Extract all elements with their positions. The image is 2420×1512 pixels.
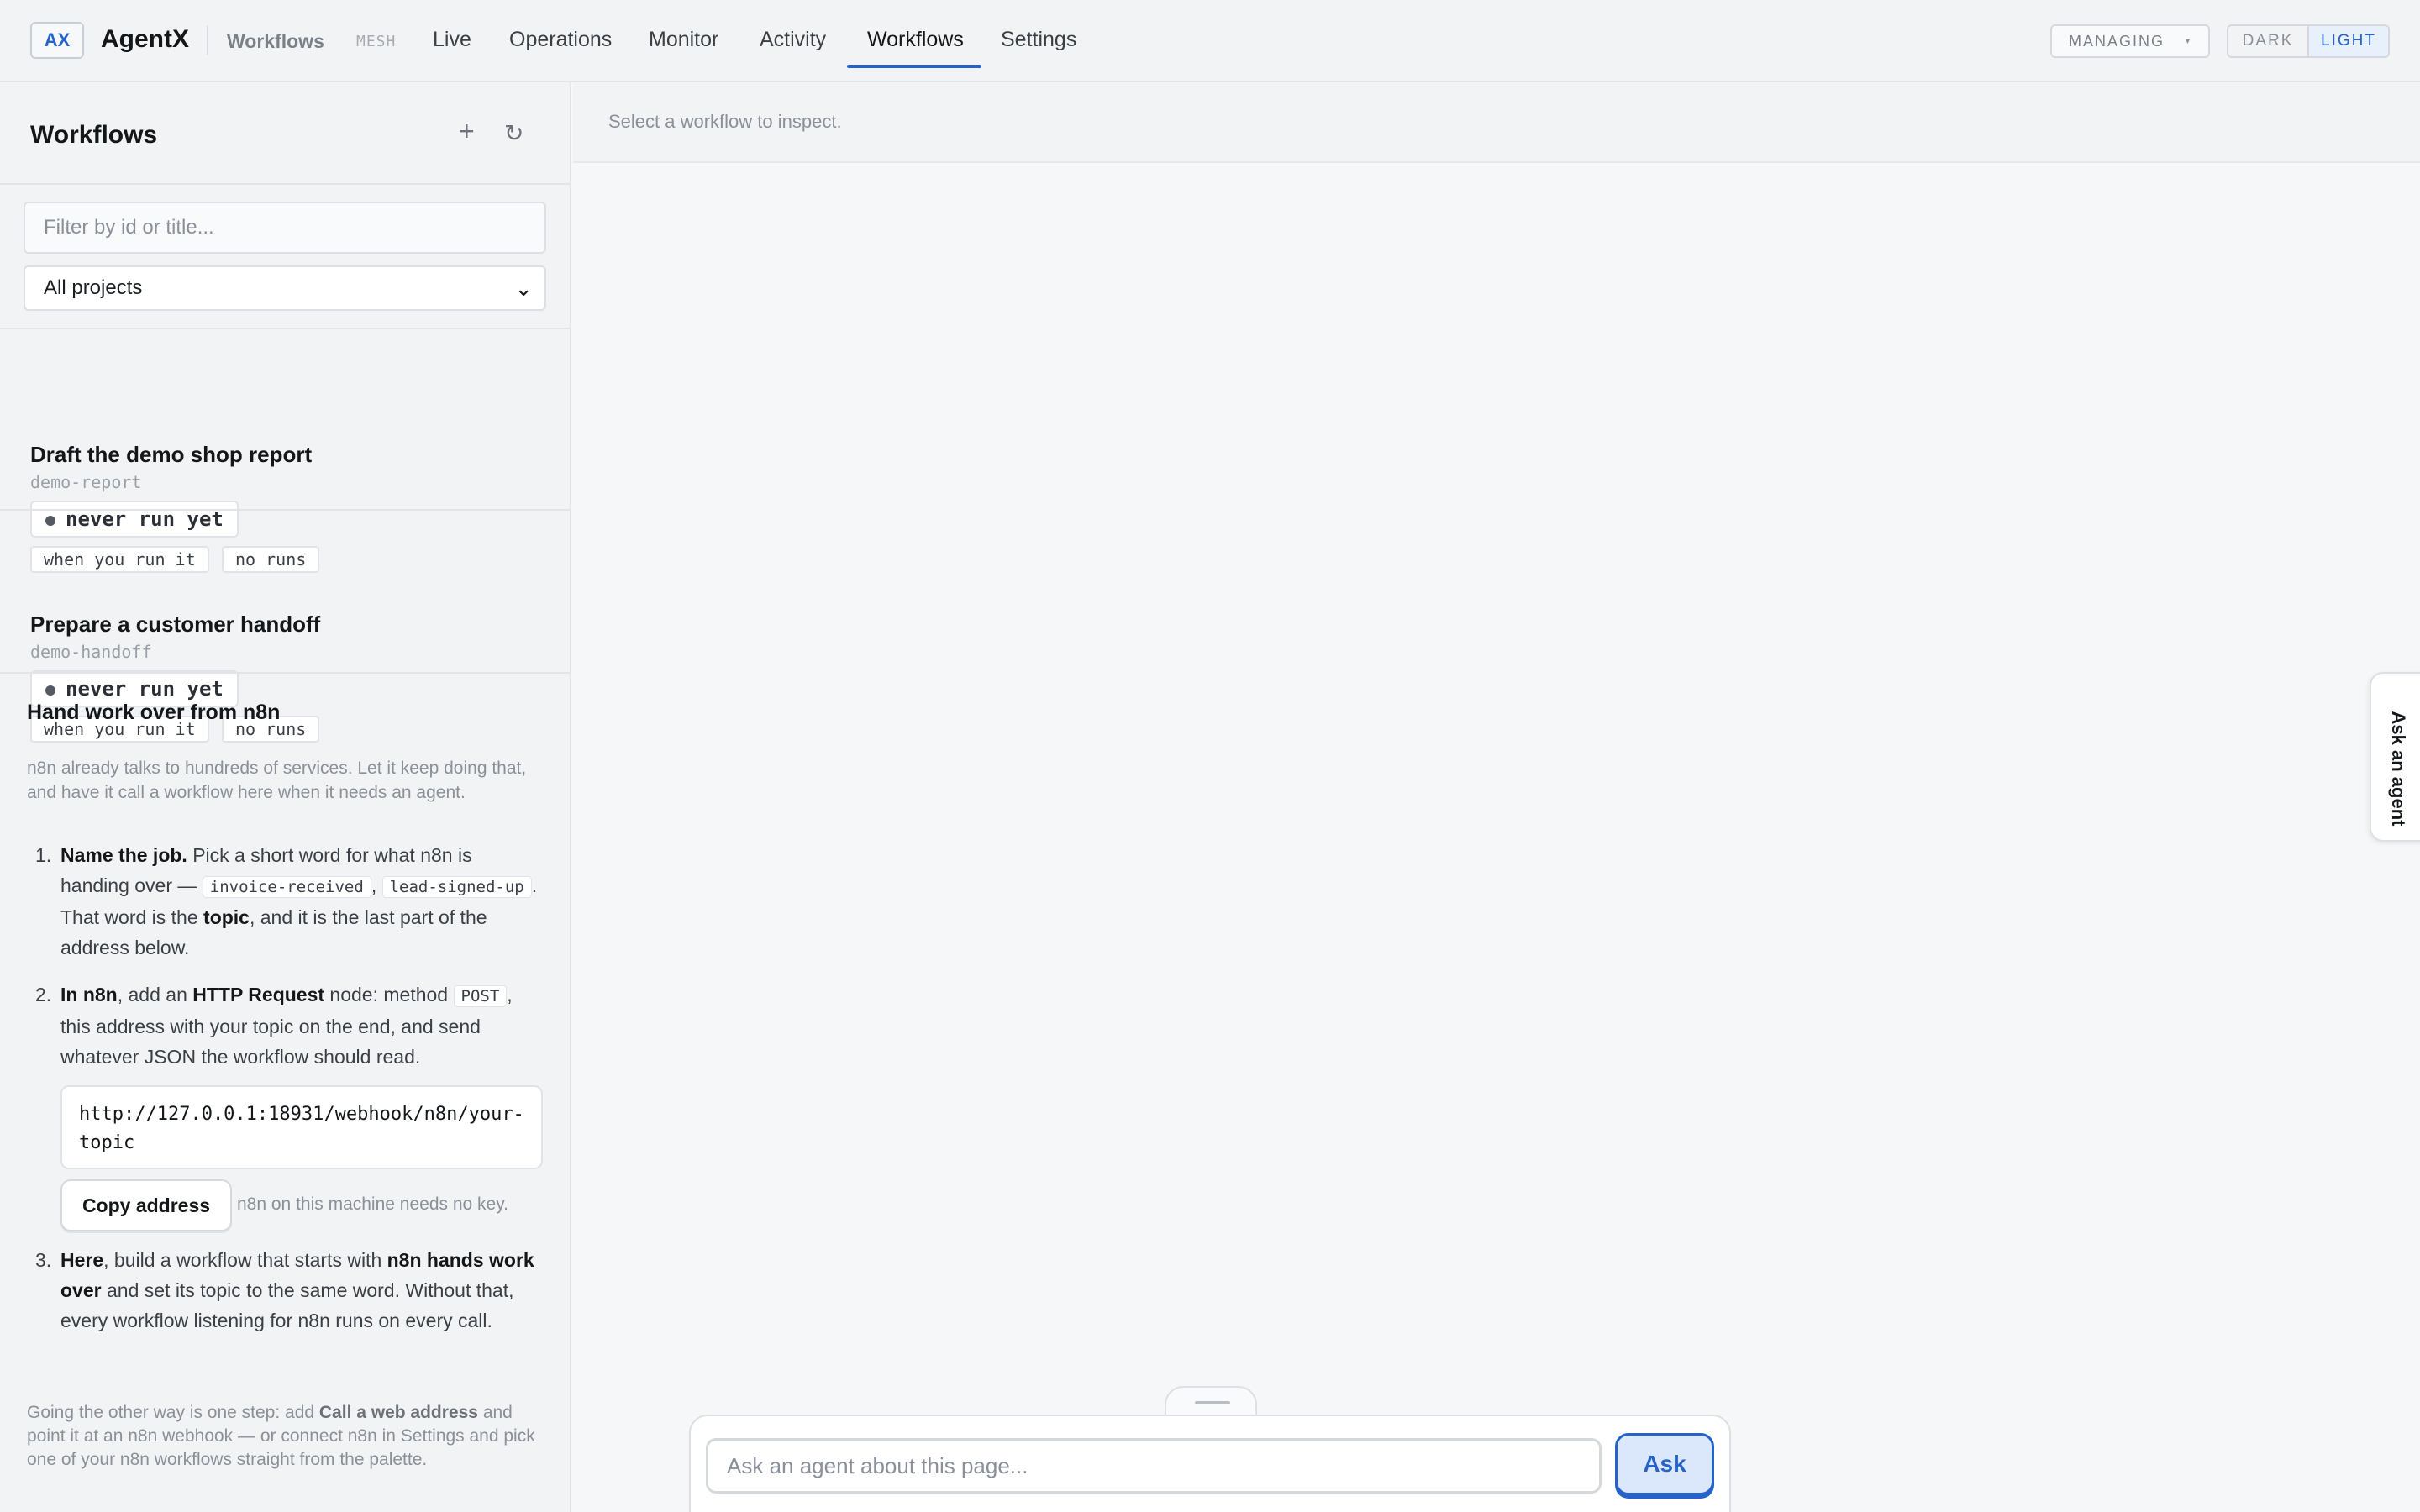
brand-divider [207,25,208,55]
theme-toggle: DARK LIGHT [2227,24,2390,58]
footer-text: Going the other way is one step: add [27,1403,319,1422]
step-number: 3. [35,1249,52,1271]
step-lead: In n8n [60,984,118,1005]
step-text: node: method [324,984,454,1005]
section-link[interactable]: Workflows [227,30,324,53]
filter-input[interactable]: Filter by id or title... [24,202,546,254]
status-text: never run yet [66,677,224,701]
copy-note: n8n on this machine needs no key. [237,1194,508,1214]
active-tab-indicator [847,65,981,68]
workflow-id: demo-handoff [30,642,152,662]
step-text: , build a workflow that starts with [103,1249,387,1271]
add-workflow-icon[interactable]: + [459,116,475,147]
ask-agent-tab[interactable]: Ask an agent [2370,672,2420,842]
step-text: and set its topic to the same word. With… [60,1279,514,1331]
inline-code: lead-signed-up [381,876,532,898]
nav-monitor[interactable]: Monitor [649,28,718,52]
status-dot-icon [45,685,55,696]
divider [0,672,570,674]
refresh-icon[interactable]: ↻ [504,119,523,147]
workflow-title: Prepare a customer handoff [30,612,321,637]
workflow-id: demo-report [30,472,142,492]
workflow-title: Draft the demo shop report [30,442,313,467]
theme-light-button[interactable]: LIGHT [2309,26,2388,56]
project-select[interactable]: All projects ⌄ [24,265,546,311]
webhook-url: http://127.0.0.1:18931/webhook/n8n/your-… [60,1085,543,1169]
nav-live[interactable]: Live [433,28,471,52]
theme-dark-button[interactable]: DARK [2228,26,2309,56]
inline-code: POST [453,985,508,1007]
chevron-down-icon: ⌄ [514,276,533,301]
nav-activity[interactable]: Activity [760,28,826,52]
divider [0,183,570,185]
step-emphasis: topic [203,906,250,928]
inline-code: invoice-received [202,876,371,898]
footer-emphasis: Call a web address [318,1403,478,1422]
caret-down-icon: ▾ [2185,37,2190,46]
logo-badge[interactable]: AX [30,22,84,59]
step-number: 2. [35,984,52,1005]
nav-settings[interactable]: Settings [1001,28,1076,52]
step-1: 1. Name the job. Pick a short word for wh… [27,840,544,963]
step-3: 3. Here, build a workflow that starts wit… [27,1245,544,1336]
managing-dropdown[interactable]: MANAGING ▾ [2050,24,2210,58]
step-lead: Here [60,1249,104,1271]
mesh-label[interactable]: MESH [356,33,396,50]
step-2: 2. In n8n, add an HTTP Request node: meth… [27,979,544,1072]
ask-panel: Ask an agent about this page... Ask [689,1415,1731,1512]
n8n-steps-continued: 3. Here, build a workflow that starts wit… [27,1245,544,1336]
copy-address-button[interactable]: Copy address [60,1179,232,1231]
step-text: , [371,874,382,896]
sidebar-title: Workflows [30,121,158,149]
step-emphasis: HTTP Request [192,984,325,1005]
workflow-card[interactable]: Prepare a customer handoff demo-handoff … [0,511,570,763]
project-select-value: All projects [44,276,143,299]
step-lead: Name the job. [60,844,187,866]
inspector-body [573,163,2420,1512]
inspector-header: Select a workflow to inspect. [573,82,2420,163]
top-bar: AX AgentX Workflows MESH Live Operations… [0,0,2420,82]
n8n-footer-note: Going the other way is one step: add Cal… [27,1401,543,1472]
n8n-steps: 1. Name the job. Pick a short word for wh… [27,840,544,1072]
step-number: 1. [35,844,52,866]
step-text: , add an [117,984,193,1005]
ask-agent-tab-label: Ask an agent [2388,711,2409,827]
n8n-intro: n8n already talks to hundreds of service… [27,759,527,802]
app-name[interactable]: AgentX [101,25,189,54]
inspector-hint: Select a workflow to inspect. [608,111,842,132]
n8n-section-title: Hand work over from n8n [27,701,281,724]
managing-label: MANAGING [2069,32,2165,50]
nav-operations[interactable]: Operations [509,28,612,52]
workflows-sidebar: Workflows + ↻ Filter by id or title... A… [0,82,571,1512]
nav-workflows[interactable]: Workflows [867,28,964,52]
ask-input[interactable]: Ask an agent about this page... [706,1438,1602,1494]
ask-button[interactable]: Ask [1615,1433,1714,1495]
